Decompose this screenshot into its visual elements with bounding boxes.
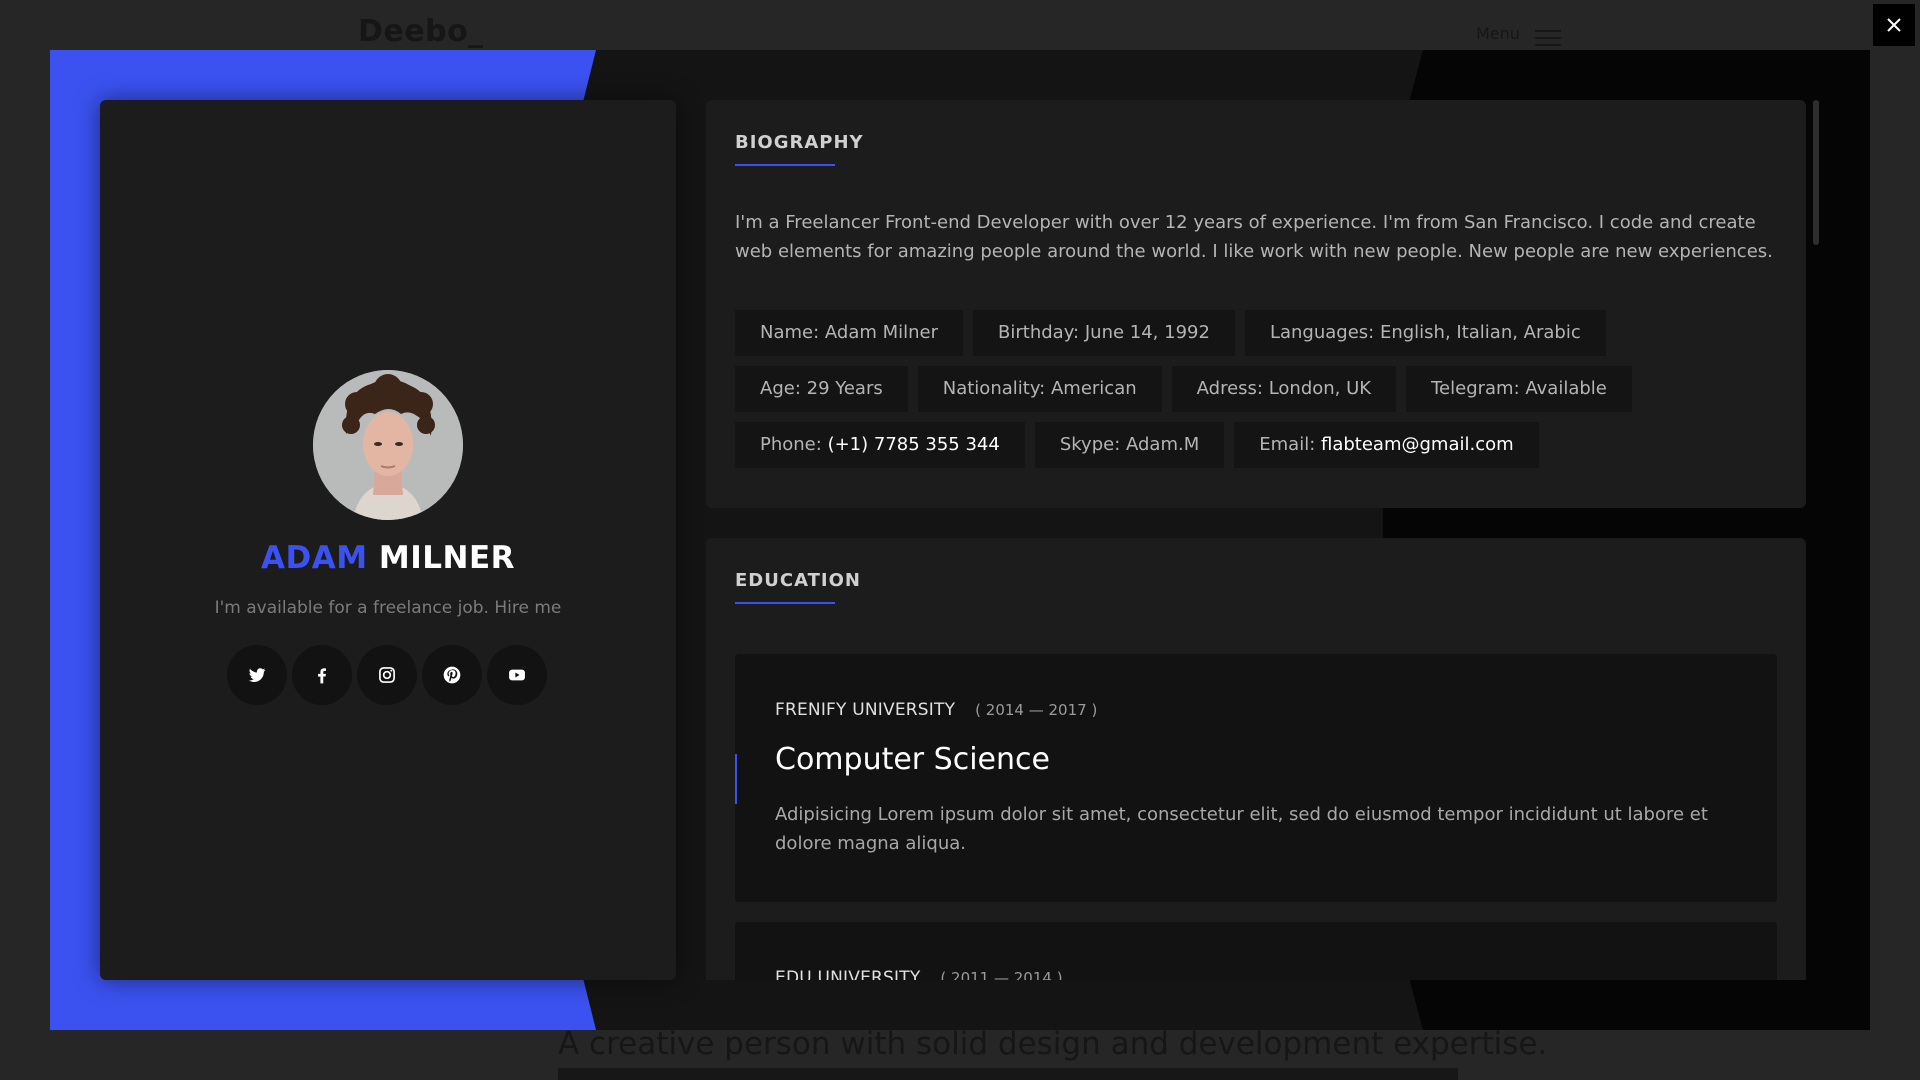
- twitter-icon: [248, 668, 266, 682]
- twitter-link[interactable]: [227, 645, 287, 705]
- info-value: Available: [1525, 378, 1607, 399]
- info-value: London, UK: [1268, 378, 1372, 399]
- info-label: Phone:: [760, 434, 822, 455]
- education-degree: Computer Science: [775, 742, 1050, 777]
- info-label: Skype:: [1059, 434, 1121, 455]
- youtube-link[interactable]: [487, 645, 547, 705]
- info-birthday: Birthday: June 14, 1992: [973, 310, 1235, 356]
- close-icon: [1887, 18, 1901, 32]
- biography-info-list: Name: Adam Milner Birthday: June 14, 199…: [735, 310, 1785, 468]
- education-years: ( 2011 — 2014 ): [940, 969, 1063, 980]
- education-school: EDU UNIVERSITY: [775, 968, 921, 980]
- site-menu-label: Menu: [1476, 24, 1520, 43]
- education-item: FRENIFY UNIVERSITY ( 2014 — 2017 ) Compu…: [735, 654, 1777, 902]
- education-item: EDU UNIVERSITY ( 2011 — 2014 ): [735, 922, 1777, 980]
- about-modal: ADAM MILNER I'm available for a freelanc…: [50, 50, 1870, 1030]
- profile-card: ADAM MILNER I'm available for a freelanc…: [100, 100, 676, 980]
- info-label: Birthday:: [998, 322, 1080, 343]
- profile-last-name: MILNER: [378, 540, 515, 576]
- info-value: Adam Milner: [824, 322, 939, 343]
- site-tagline-continuation: [558, 1068, 1458, 1080]
- education-item-header: FRENIFY UNIVERSITY ( 2014 — 2017 ): [775, 700, 1097, 720]
- site-logo: Deebo_: [358, 14, 484, 49]
- profile-subtitle: I'm available for a freelance job. Hire …: [214, 598, 562, 618]
- info-value: 29 Years: [806, 378, 883, 399]
- biography-title: BIOGRAPHY: [735, 132, 864, 166]
- site-tagline: A creative person with solid design and …: [558, 1026, 1548, 1062]
- info-value: Adam.M: [1126, 434, 1200, 455]
- info-value: American: [1050, 378, 1137, 399]
- facebook-link[interactable]: [292, 645, 352, 705]
- biography-panel: BIOGRAPHY I'm a Freelancer Front-end Dev…: [706, 100, 1806, 508]
- instagram-icon: [379, 667, 395, 683]
- education-accent-bar: [735, 754, 737, 804]
- scrollbar-thumb[interactable]: [1813, 100, 1819, 245]
- education-title: EDUCATION: [735, 570, 861, 604]
- info-label: Nationality:: [942, 378, 1046, 399]
- profile-first-name: ADAM: [260, 540, 368, 576]
- biography-text: I'm a Freelancer Front-end Developer wit…: [735, 212, 1773, 262]
- education-school: FRENIFY UNIVERSITY: [775, 700, 956, 720]
- info-label: Age:: [760, 378, 801, 399]
- info-nationality: Nationality: American: [917, 366, 1162, 412]
- profile-name: ADAM MILNER: [100, 540, 676, 576]
- info-label: Name:: [760, 322, 820, 343]
- hamburger-icon: [1535, 30, 1561, 46]
- content-scrollbar[interactable]: [1813, 100, 1819, 980]
- education-years: ( 2014 — 2017 ): [975, 701, 1098, 719]
- education-description: Adipisicing Lorem ipsum dolor sit amet, …: [775, 804, 1708, 854]
- info-label: Languages:: [1269, 322, 1375, 343]
- email-link[interactable]: flabteam@gmail.com: [1321, 434, 1514, 455]
- pinterest-link[interactable]: [422, 645, 482, 705]
- info-languages: Languages: English, Italian, Arabic: [1244, 310, 1606, 356]
- education-item-header: EDU UNIVERSITY ( 2011 — 2014 ): [775, 968, 1063, 980]
- phone-link[interactable]: (+1) 7785 355 344: [828, 434, 1000, 455]
- info-name: Name: Adam Milner: [735, 310, 964, 356]
- modal-content-scroll[interactable]: BIOGRAPHY I'm a Freelancer Front-end Dev…: [706, 100, 1820, 980]
- pinterest-icon: [443, 666, 461, 684]
- info-label: Adress:: [1196, 378, 1263, 399]
- social-links: [227, 645, 547, 705]
- youtube-icon: [509, 669, 525, 681]
- info-label: Telegram:: [1431, 378, 1520, 399]
- info-value: English, Italian, Arabic: [1379, 322, 1581, 343]
- info-age: Age: 29 Years: [735, 366, 908, 412]
- education-panel: EDUCATION FRENIFY UNIVERSITY ( 2014 — 20…: [706, 538, 1806, 980]
- info-email: Email: flabteam@gmail.com: [1234, 422, 1539, 468]
- info-phone: Phone: (+1) 7785 355 344: [735, 422, 1025, 468]
- info-skype: Skype: Adam.M: [1034, 422, 1225, 468]
- info-label: Email:: [1259, 434, 1316, 455]
- facebook-icon: [318, 668, 326, 684]
- instagram-link[interactable]: [357, 645, 417, 705]
- info-telegram: Telegram: Available: [1406, 366, 1632, 412]
- info-value: June 14, 1992: [1084, 322, 1210, 343]
- avatar: [313, 370, 463, 520]
- close-modal-button[interactable]: [1873, 4, 1915, 46]
- info-address: Adress: London, UK: [1171, 366, 1397, 412]
